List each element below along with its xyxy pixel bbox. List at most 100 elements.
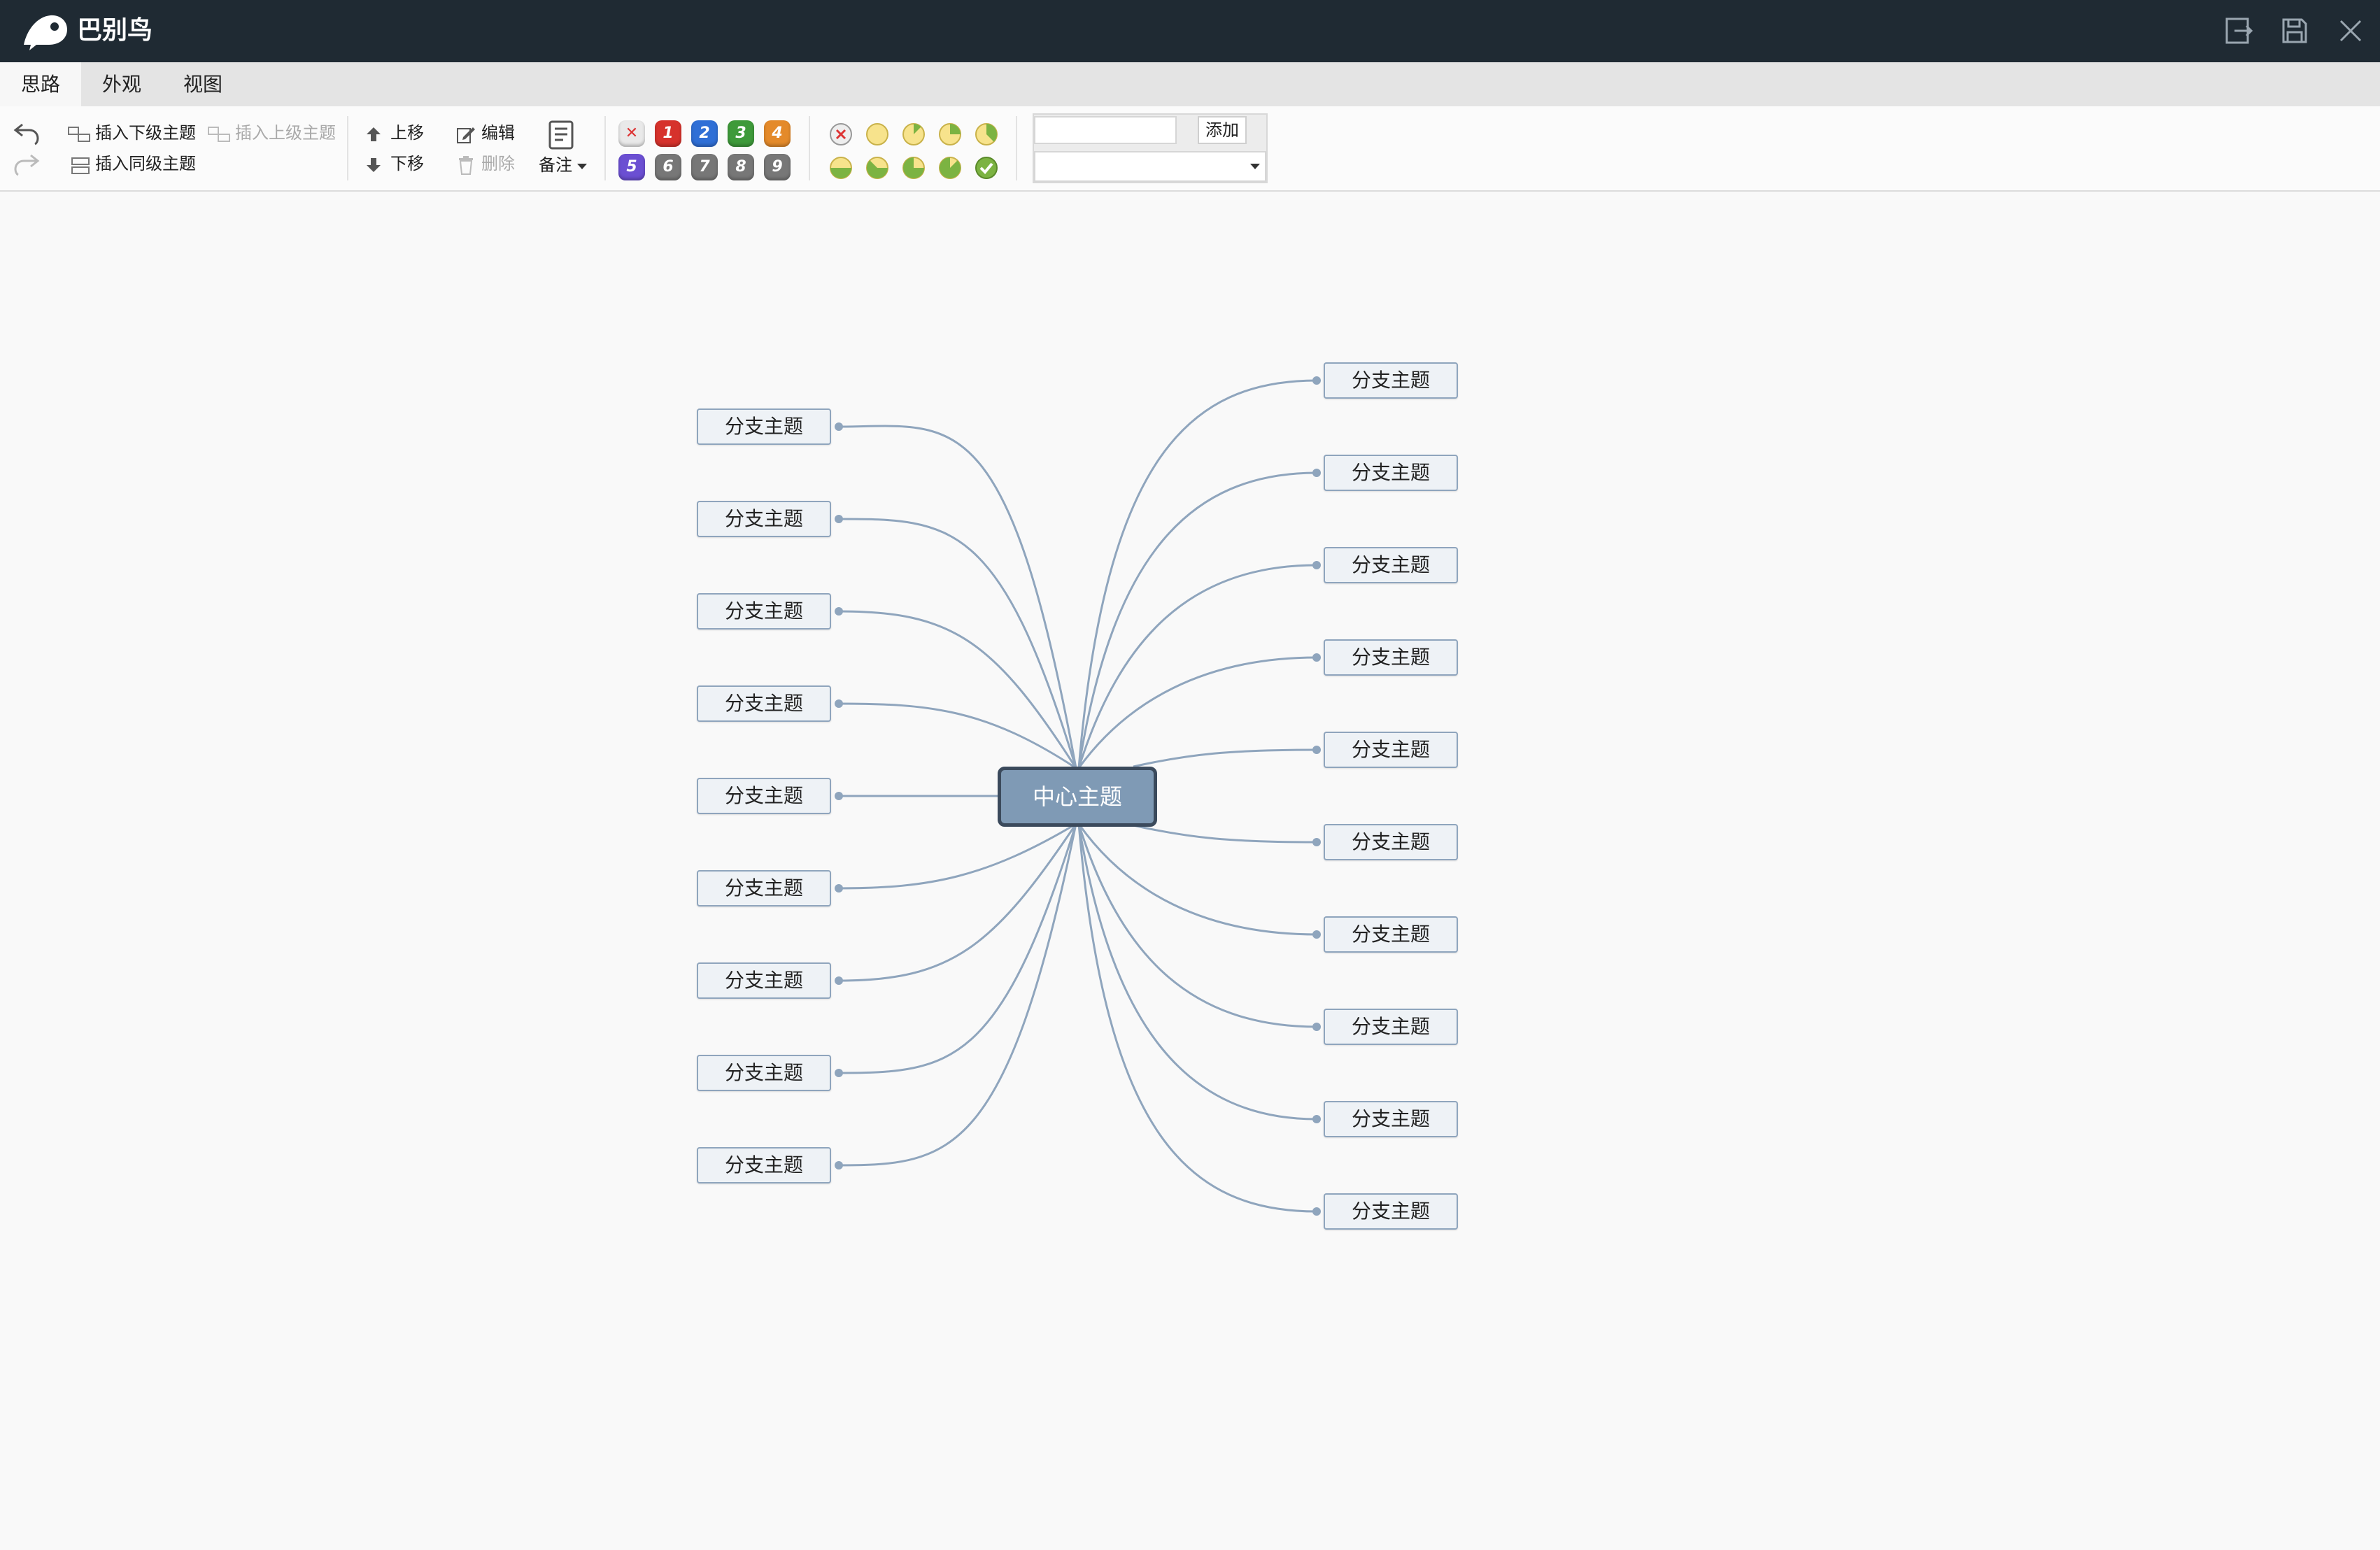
move-down-button[interactable]: 下移 — [390, 152, 424, 175]
progress-87-icon[interactable] — [937, 155, 963, 180]
connector-line — [1133, 748, 1317, 768]
note-button[interactable]: 备注 — [539, 154, 572, 176]
connector-line — [1077, 471, 1317, 769]
insert-parent-button[interactable]: 插入上级主题 — [235, 122, 336, 144]
progress-25-icon[interactable] — [937, 122, 963, 147]
tab-view[interactable]: 视图 — [168, 62, 238, 106]
undo-icon[interactable] — [13, 122, 41, 145]
progress-37-icon[interactable] — [974, 122, 999, 147]
tab-appearance[interactable]: 外观 — [87, 62, 157, 106]
connector-dot — [835, 976, 843, 985]
insert-parent-icon — [208, 127, 230, 142]
connector-line — [1133, 824, 1317, 844]
arrow-up-icon — [367, 127, 381, 141]
connector-dot — [1312, 1207, 1321, 1216]
priority-1-icon[interactable]: 1 — [655, 120, 681, 147]
export-icon[interactable] — [2223, 15, 2254, 46]
save-icon[interactable] — [2279, 15, 2310, 46]
insert-sibling-button[interactable]: 插入同级主题 — [95, 152, 196, 175]
branch-topic[interactable]: 分支主题 — [697, 870, 831, 906]
toolbar: 插入下级主题 插入上级主题 插入同级主题 上移 下移 编辑 删除 备注 ✕ 1 … — [0, 106, 2380, 192]
connector-dot — [1312, 1023, 1321, 1031]
connector-line — [838, 823, 1077, 1074]
connector-line — [1077, 656, 1317, 769]
priority-5-icon[interactable]: 5 — [618, 154, 645, 180]
connector-line — [1077, 823, 1317, 1213]
priority-9-icon[interactable]: 9 — [764, 154, 791, 180]
connector-line — [1077, 823, 1317, 1121]
branch-topic[interactable]: 分支主题 — [1324, 639, 1458, 676]
connector-line — [838, 823, 1077, 890]
branch-topic[interactable]: 分支主题 — [697, 962, 831, 999]
branch-topic[interactable]: 分支主题 — [1324, 1193, 1458, 1230]
note-dropdown-icon[interactable] — [576, 162, 588, 171]
connector-line — [1077, 823, 1317, 936]
mindmap-canvas[interactable]: 中心主题 分支主题 分支主题 分支主题 分支主题 分支主题 分支主题 分支主题 … — [0, 192, 2380, 1550]
branch-topic[interactable]: 分支主题 — [1324, 455, 1458, 491]
connector-line — [838, 823, 1077, 982]
connector-lines — [835, 376, 1321, 1216]
priority-2-icon[interactable]: 2 — [691, 120, 718, 147]
priority-8-icon[interactable]: 8 — [728, 154, 754, 180]
branch-topic[interactable]: 分支主题 — [697, 408, 831, 445]
delete-button[interactable]: 删除 — [481, 152, 515, 175]
note-icon[interactable] — [547, 120, 575, 150]
branch-topic[interactable]: 分支主题 — [697, 501, 831, 537]
branch-topic[interactable]: 分支主题 — [697, 778, 831, 814]
progress-50-icon[interactable] — [828, 155, 853, 180]
branch-topic[interactable]: 分支主题 — [1324, 916, 1458, 953]
branch-topic[interactable]: 分支主题 — [1324, 732, 1458, 768]
center-topic[interactable]: 中心主题 — [998, 767, 1157, 827]
priority-6-icon[interactable]: 6 — [655, 154, 681, 180]
branch-topic[interactable]: 分支主题 — [697, 593, 831, 630]
connector-dot — [1312, 469, 1321, 477]
branch-topic[interactable]: 分支主题 — [1324, 547, 1458, 583]
branch-topic[interactable]: 分支主题 — [697, 1147, 831, 1183]
connector-dot — [1312, 376, 1321, 385]
edit-button[interactable]: 编辑 — [481, 122, 515, 144]
connector-dot — [1312, 746, 1321, 754]
toolbar-divider — [809, 116, 810, 180]
edit-icon — [457, 127, 475, 143]
branch-topic[interactable]: 分支主题 — [1324, 1009, 1458, 1045]
toolbar-divider — [604, 116, 606, 180]
app-title: 巴别鸟 — [77, 16, 153, 45]
priority-clear-icon[interactable]: ✕ — [618, 120, 645, 147]
connector-dot — [835, 699, 843, 708]
tag-select[interactable] — [1034, 151, 1266, 182]
progress-clear-icon[interactable] — [828, 122, 853, 147]
branch-topic[interactable]: 分支主题 — [1324, 362, 1458, 399]
insert-child-button[interactable]: 插入下级主题 — [95, 122, 196, 144]
connector-line — [838, 702, 1077, 769]
progress-12-icon[interactable] — [901, 122, 926, 147]
connector-dot — [835, 1069, 843, 1077]
tag-input[interactable] — [1034, 116, 1177, 144]
progress-done-icon[interactable] — [974, 155, 999, 180]
redo-icon[interactable] — [13, 152, 41, 176]
branch-topic[interactable]: 分支主题 — [1324, 1101, 1458, 1137]
tab-thinking[interactable]: 思路 — [0, 62, 81, 106]
toolbar-divider — [347, 116, 348, 180]
chevron-down-icon — [1250, 164, 1260, 169]
connector-line — [1077, 564, 1317, 769]
connector-line — [838, 518, 1077, 769]
branch-topic[interactable]: 分支主题 — [697, 685, 831, 722]
priority-4-icon[interactable]: 4 — [764, 120, 791, 147]
progress-62-icon[interactable] — [865, 155, 890, 180]
connector-dot — [835, 607, 843, 616]
progress-0-icon[interactable] — [865, 122, 890, 147]
add-tag-button[interactable]: 添加 — [1198, 116, 1247, 144]
move-up-button[interactable]: 上移 — [390, 122, 424, 144]
connector-line — [838, 610, 1077, 769]
priority-3-icon[interactable]: 3 — [728, 120, 754, 147]
priority-7-icon[interactable]: 7 — [691, 154, 718, 180]
connector-dot — [1312, 653, 1321, 662]
connector-dot — [1312, 1115, 1321, 1123]
branch-topic[interactable]: 分支主题 — [1324, 824, 1458, 860]
progress-75-icon[interactable] — [901, 155, 926, 180]
insert-sibling-icon — [71, 157, 90, 174]
bird-logo-icon — [24, 15, 67, 50]
close-icon[interactable] — [2335, 15, 2366, 46]
connector-dot — [835, 792, 843, 800]
branch-topic[interactable]: 分支主题 — [697, 1055, 831, 1091]
